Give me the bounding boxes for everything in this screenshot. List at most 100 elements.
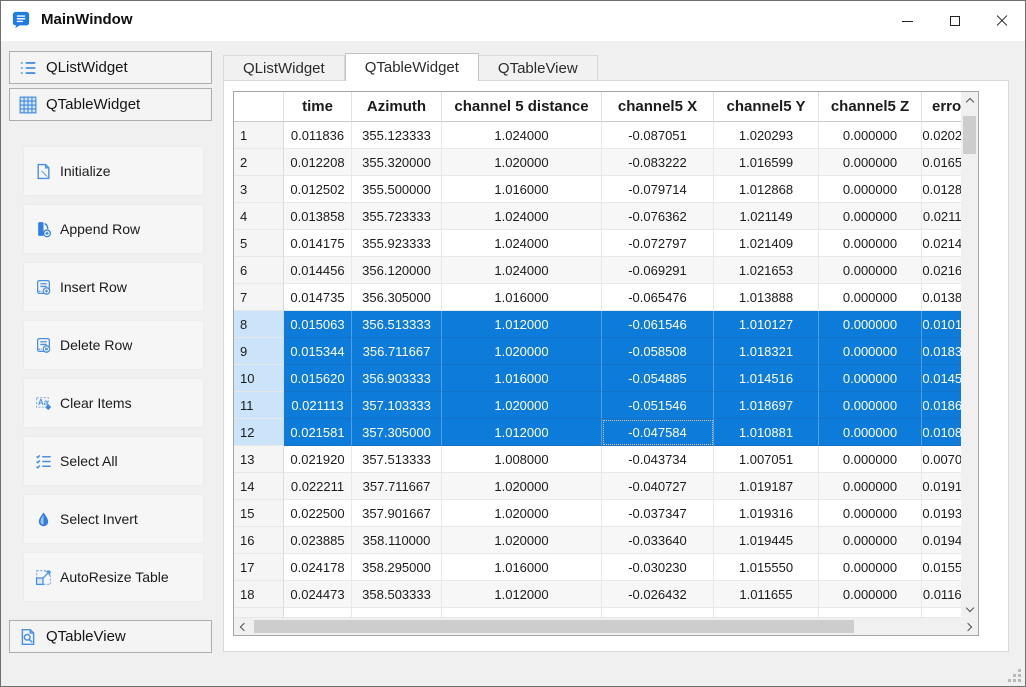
row-header[interactable]: 4 [234, 203, 284, 230]
column-header-channel5-y[interactable]: channel5 Y [714, 92, 819, 122]
table-cell[interactable]: 0.000000 [819, 203, 922, 230]
table-cell[interactable]: 0.013888 [922, 284, 961, 311]
table-cell[interactable]: 0.018321 [922, 338, 961, 365]
table-cell[interactable]: 1.012868 [714, 176, 819, 203]
table-cell[interactable]: 0.000000 [819, 581, 922, 608]
table-cell[interactable]: 0.015620 [284, 365, 352, 392]
table-cell[interactable]: 0.007051 [922, 446, 961, 473]
table-cell[interactable]: 0.021149 [922, 203, 961, 230]
horizontal-scroll-thumb[interactable] [254, 620, 854, 633]
table-cell[interactable]: -0.087051 [602, 122, 714, 149]
table-cell[interactable]: 0.012502 [284, 176, 352, 203]
table-cell[interactable]: 357.513333 [352, 446, 442, 473]
table-cell[interactable]: 356.513333 [352, 311, 442, 338]
corner-header-cell[interactable] [234, 92, 284, 122]
autoresize-table-button[interactable]: AutoResize Table [23, 552, 204, 602]
table-cell[interactable]: 1.010127 [714, 311, 819, 338]
horizontal-scrollbar[interactable] [234, 618, 978, 635]
table-cell[interactable]: -0.072797 [602, 230, 714, 257]
row-header[interactable]: 14 [234, 473, 284, 500]
row-header[interactable]: 16 [234, 527, 284, 554]
table-cell[interactable]: 0.022500 [284, 500, 352, 527]
row-header[interactable]: 9 [234, 338, 284, 365]
row-header[interactable]: 17 [234, 554, 284, 581]
table-cell[interactable]: 0.000000 [819, 473, 922, 500]
vertical-scroll-thumb[interactable] [963, 116, 976, 154]
table-cell[interactable]: 1.016000 [442, 365, 602, 392]
clear-items-button[interactable]: Aa Clear Items [23, 378, 204, 428]
table-cell[interactable]: 1.021653 [714, 257, 819, 284]
table-cell[interactable]: 0.021920 [284, 446, 352, 473]
table-cell[interactable]: 0.019187 [922, 473, 961, 500]
table-cell[interactable]: 0.023885 [284, 527, 352, 554]
table-cell[interactable]: -0.030230 [602, 554, 714, 581]
table-cell[interactable]: 0.010881 [922, 419, 961, 446]
table-cell[interactable]: 1.016599 [714, 149, 819, 176]
table-cell[interactable]: 356.711667 [352, 338, 442, 365]
table-cell[interactable]: 358.503333 [352, 581, 442, 608]
delete-row-button[interactable]: Delete Row [23, 320, 204, 370]
row-header[interactable]: 1 [234, 122, 284, 149]
table-cell[interactable]: 1.010881 [714, 419, 819, 446]
table-cell[interactable]: 356.120000 [352, 257, 442, 284]
insert-row-button[interactable]: Insert Row [23, 262, 204, 312]
table-cell[interactable]: 0.000000 [819, 122, 922, 149]
table-cell[interactable]: -0.033640 [602, 527, 714, 554]
row-header[interactable]: 7 [234, 284, 284, 311]
table-cell[interactable]: 1.020000 [442, 527, 602, 554]
table-cell[interactable]: 0.000000 [819, 230, 922, 257]
table-cell[interactable]: 0.012868 [922, 176, 961, 203]
table-cell[interactable]: 0.000000 [819, 311, 922, 338]
row-header[interactable]: 18 [234, 581, 284, 608]
table-cell[interactable]: -0.058508 [602, 338, 714, 365]
row-header[interactable]: 10 [234, 365, 284, 392]
table-cell[interactable]: -0.040727 [602, 473, 714, 500]
table-cell[interactable]: 0.014735 [284, 284, 352, 311]
scroll-down-button[interactable] [961, 601, 978, 618]
table-cell[interactable]: 0.000000 [819, 149, 922, 176]
table-cell[interactable]: 355.500000 [352, 176, 442, 203]
tab-qtablewidget[interactable]: QTableWidget [344, 53, 479, 81]
row-header[interactable]: 6 [234, 257, 284, 284]
table-cell[interactable]: 1.021409 [714, 230, 819, 257]
table-cell[interactable]: 0.000000 [819, 392, 922, 419]
row-header[interactable] [234, 608, 284, 618]
resize-grip[interactable] [1008, 669, 1021, 682]
table-cell[interactable]: 0.021653 [922, 257, 961, 284]
table-cell[interactable]: 0.000000 [819, 527, 922, 554]
table-cell[interactable]: 357.901667 [352, 500, 442, 527]
initialize-button[interactable]: Initialize [23, 146, 204, 196]
column-header-azimuth[interactable]: Azimuth [352, 92, 442, 122]
table-cell[interactable]: 1.016000 [442, 554, 602, 581]
table-cell[interactable]: 0.000000 [819, 554, 922, 581]
table-cell[interactable]: 0.011836 [284, 122, 352, 149]
table-cell[interactable]: 0.000000 [819, 338, 922, 365]
table-cell[interactable] [442, 608, 602, 618]
table-cell[interactable]: 0.018697 [922, 392, 961, 419]
row-header[interactable]: 5 [234, 230, 284, 257]
table-cell[interactable]: -0.079714 [602, 176, 714, 203]
table-cell[interactable]: -0.083222 [602, 149, 714, 176]
table-cell[interactable]: 0.010127 [922, 311, 961, 338]
table-cell[interactable]: 355.723333 [352, 203, 442, 230]
scroll-left-button[interactable] [234, 618, 251, 635]
table-cell[interactable]: 357.711667 [352, 473, 442, 500]
select-all-button[interactable]: Select All [23, 436, 204, 486]
row-header[interactable]: 12 [234, 419, 284, 446]
table-cell[interactable]: 0.024473 [284, 581, 352, 608]
column-header-channel5-z[interactable]: channel5 Z [819, 92, 922, 122]
table-cell[interactable]: 355.923333 [352, 230, 442, 257]
table-cell[interactable]: 0.014516 [922, 365, 961, 392]
column-header-error[interactable]: error [922, 92, 961, 122]
table-cell[interactable]: -0.076362 [602, 203, 714, 230]
table-cell[interactable]: 1.020293 [714, 122, 819, 149]
row-header[interactable]: 2 [234, 149, 284, 176]
table-cell[interactable] [819, 608, 922, 618]
table-cell[interactable]: 0.015063 [284, 311, 352, 338]
table-cell[interactable]: 0.000000 [819, 365, 922, 392]
table-cell[interactable]: 355.123333 [352, 122, 442, 149]
table-cell[interactable]: -0.047584 [602, 419, 714, 446]
table-cell[interactable]: 357.305000 [352, 419, 442, 446]
table-cell[interactable]: 0.016599 [922, 149, 961, 176]
table-cell[interactable]: 0.000000 [819, 257, 922, 284]
